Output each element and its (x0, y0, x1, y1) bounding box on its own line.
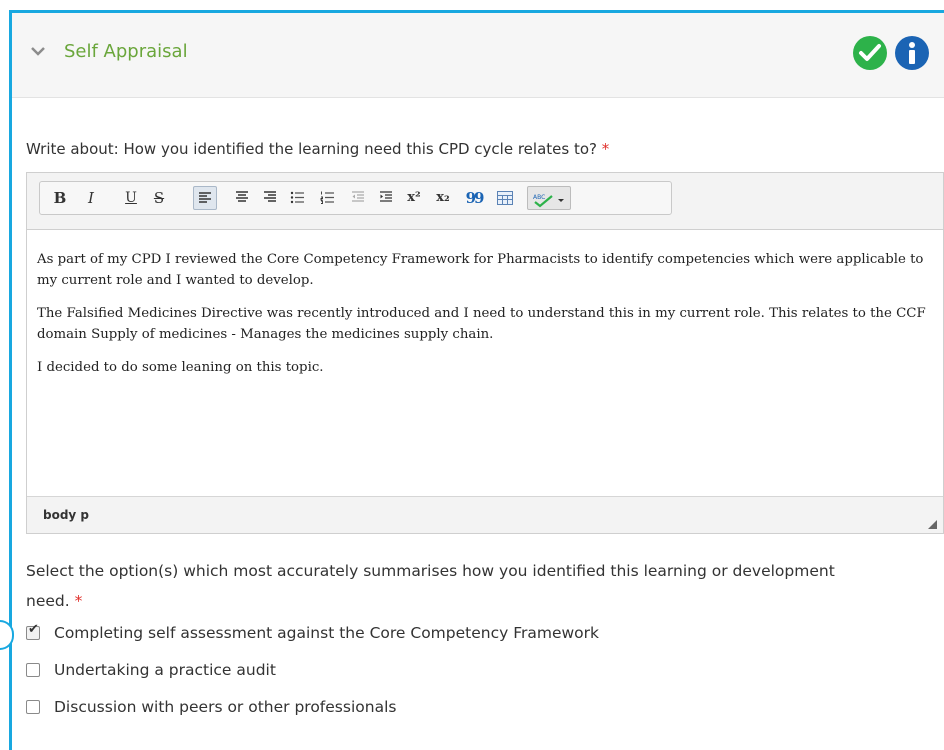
option-label[interactable]: Undertaking a practice audit (54, 661, 276, 679)
chevron-down-icon[interactable] (30, 45, 46, 57)
checkbox-checked[interactable]: ✔ (26, 622, 40, 640)
align-center-button[interactable] (230, 186, 254, 210)
option-label[interactable]: Discussion with peers or other professio… (54, 698, 396, 716)
bold-button[interactable]: B (48, 186, 72, 210)
blockquote-button[interactable]: 99 (462, 186, 486, 210)
checkbox[interactable] (26, 700, 40, 714)
indent-button[interactable] (374, 186, 398, 210)
check-circle-icon (853, 36, 887, 70)
underline-button[interactable]: U (119, 186, 143, 210)
align-center-icon (236, 191, 248, 202)
option-label[interactable]: Completing self assessment against the C… (54, 624, 599, 642)
outdent-icon (352, 191, 364, 202)
checkbox[interactable] (26, 663, 40, 677)
info-circle-icon[interactable] (894, 35, 930, 71)
question-text: Write about: How you identified the lear… (26, 140, 597, 158)
section-header[interactable]: Self Appraisal (12, 13, 944, 98)
paragraph[interactable]: As part of my CPD I reviewed the Core Co… (37, 249, 933, 291)
spellcheck-button[interactable]: ABC (527, 186, 571, 210)
editor-content[interactable]: As part of my CPD I reviewed the Core Co… (37, 249, 933, 390)
italic-button[interactable]: I (79, 186, 103, 210)
subscript-button[interactable]: x₂ (431, 186, 455, 210)
indent-icon (380, 191, 392, 202)
options-question-label: Select the option(s) which most accurate… (26, 556, 876, 616)
editor-toolbar: B I U S x² x₂ 99 ABC (39, 181, 672, 215)
resize-handle-icon[interactable] (928, 520, 937, 529)
required-mark: * (601, 140, 610, 158)
align-left-button[interactable] (193, 186, 217, 210)
spellcheck-icon: ABC (533, 194, 564, 208)
question-label: Write about: How you identified the lear… (26, 140, 609, 158)
required-mark: * (74, 592, 83, 610)
checkmark-icon: ✔ (28, 622, 39, 637)
editor-statusbar: body p (27, 496, 943, 533)
paragraph[interactable]: The Falsified Medicines Directive was re… (37, 303, 933, 345)
bulleted-list-button[interactable] (285, 186, 309, 210)
table-button[interactable] (493, 186, 517, 210)
align-left-icon (199, 192, 211, 203)
numbered-list-button[interactable] (315, 186, 339, 210)
spellcheck-abc-label: ABC (533, 194, 545, 201)
table-icon (497, 191, 513, 205)
superscript-button[interactable]: x² (402, 186, 426, 210)
bulleted-list-icon (290, 191, 304, 204)
strikethrough-button[interactable]: S (147, 186, 171, 210)
rich-text-editor[interactable]: B I U S x² x₂ 99 ABC As part of my CPD I… (26, 172, 944, 534)
align-right-button[interactable] (258, 186, 282, 210)
align-right-icon (264, 191, 276, 202)
section-title[interactable]: Self Appraisal (64, 41, 188, 62)
numbered-list-icon (320, 191, 334, 204)
editor-toolbar-area: B I U S x² x₂ 99 ABC (27, 173, 943, 230)
outdent-button[interactable] (346, 186, 370, 210)
paragraph[interactable]: I decided to do some leaning on this top… (37, 357, 933, 378)
element-path[interactable]: body p (43, 508, 89, 522)
options-question-text: Select the option(s) which most accurate… (26, 562, 835, 610)
